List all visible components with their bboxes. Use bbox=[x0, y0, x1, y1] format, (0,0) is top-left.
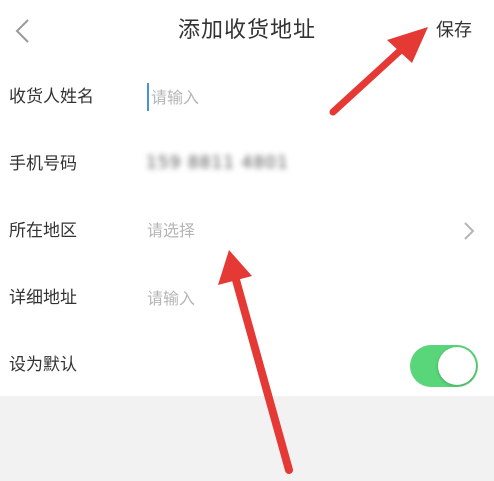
name-label: 收货人姓名 bbox=[9, 87, 94, 107]
default-label: 设为默认 bbox=[9, 355, 77, 375]
name-input[interactable] bbox=[147, 83, 451, 111]
phone-row: 手机号码 159 8811 4801 bbox=[0, 131, 494, 198]
region-label: 所在地区 bbox=[9, 221, 77, 241]
address-form: 收货人姓名 手机号码 159 8811 4801 所在地区 请选择 详细地址 设… bbox=[0, 64, 494, 399]
region-row[interactable]: 所在地区 请选择 bbox=[0, 198, 494, 265]
phone-value[interactable]: 159 8811 4801 bbox=[146, 151, 289, 175]
chevron-right-icon bbox=[464, 222, 475, 240]
phone-label: 手机号码 bbox=[9, 154, 77, 174]
default-toggle[interactable] bbox=[410, 345, 478, 387]
save-button[interactable]: 保存 bbox=[436, 17, 472, 45]
header-bar: 添加收货地址 保存 bbox=[0, 0, 494, 62]
page-title: 添加收货地址 bbox=[177, 18, 316, 43]
name-row: 收货人姓名 bbox=[0, 64, 494, 131]
background-area bbox=[0, 396, 494, 481]
toggle-knob bbox=[438, 347, 476, 385]
add-address-screen: 添加收货地址 保存 收货人姓名 手机号码 159 8811 4801 所在地区 … bbox=[0, 0, 494, 481]
region-select[interactable]: 请选择 bbox=[147, 219, 195, 243]
detail-address-input[interactable] bbox=[147, 284, 447, 312]
default-row: 设为默认 bbox=[0, 332, 494, 399]
detail-row: 详细地址 bbox=[0, 265, 494, 332]
detail-label: 详细地址 bbox=[9, 288, 77, 308]
